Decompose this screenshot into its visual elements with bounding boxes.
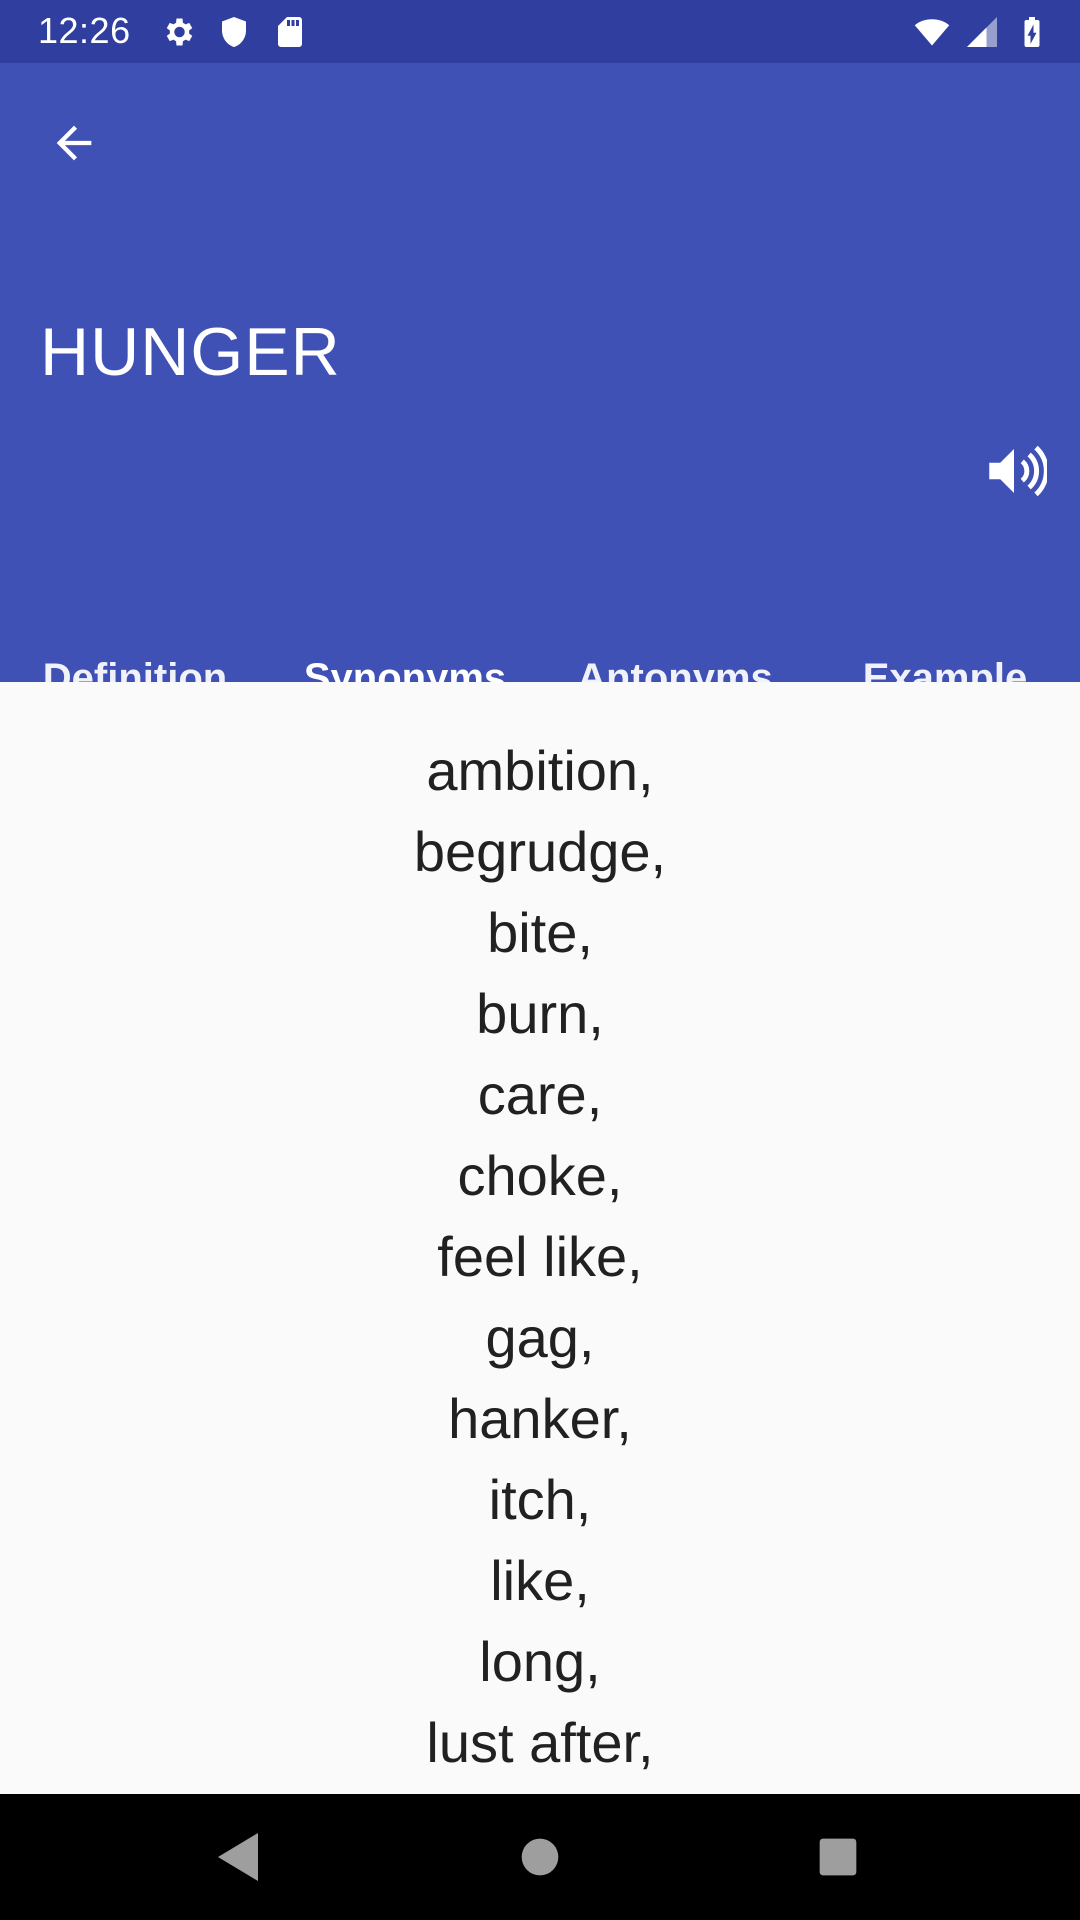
synonym-item: burn, bbox=[476, 982, 604, 1045]
synonym-item: gag, bbox=[485, 1306, 595, 1369]
nav-back-button[interactable] bbox=[208, 1827, 268, 1887]
nav-recents-button[interactable] bbox=[808, 1827, 868, 1887]
back-triangle-icon bbox=[218, 1833, 258, 1881]
navigation-bar bbox=[0, 1794, 1080, 1920]
status-time: 12:26 bbox=[38, 10, 131, 51]
app-bar: HUNGER Definition Synonyms Antonyms Exam… bbox=[0, 63, 1080, 745]
settings-icon bbox=[166, 18, 193, 46]
synonyms-panel[interactable]: ambition, begrudge, bite, burn, care, ch… bbox=[0, 682, 1080, 1794]
cellular-signal-icon bbox=[967, 17, 997, 47]
synonym-item: long, bbox=[479, 1630, 601, 1693]
sd-card-icon bbox=[278, 17, 302, 47]
wifi-icon bbox=[914, 19, 950, 46]
synonym-item: bite, bbox=[487, 901, 593, 964]
synonym-item: hanker, bbox=[448, 1387, 632, 1450]
synonym-item: feel like, bbox=[437, 1225, 643, 1288]
status-bar: 12:26 bbox=[0, 0, 1080, 63]
synonym-item: lust after, bbox=[426, 1711, 654, 1774]
battery-charging-icon bbox=[1024, 17, 1040, 47]
arrow-back-icon bbox=[56, 125, 92, 161]
nav-home-button[interactable] bbox=[510, 1827, 570, 1887]
synonym-list: ambition, begrudge, bite, burn, care, ch… bbox=[0, 682, 1080, 1794]
pronounce-button[interactable] bbox=[974, 431, 1054, 511]
synonym-item: yearn for, bbox=[0, 1783, 1080, 1794]
synonym-item: itch, bbox=[488, 1468, 592, 1531]
volume-up-icon bbox=[989, 445, 1047, 497]
word-title: HUNGER bbox=[40, 314, 341, 390]
recents-square-icon bbox=[819, 1838, 857, 1876]
synonym-item: ambition, bbox=[426, 739, 654, 802]
status-icons-left bbox=[160, 14, 308, 50]
synonym-item: begrudge, bbox=[413, 820, 667, 883]
synonym-item: care, bbox=[477, 1063, 603, 1126]
home-circle-icon bbox=[521, 1838, 559, 1876]
status-icons-right bbox=[914, 14, 1050, 50]
synonym-item: choke, bbox=[457, 1144, 623, 1207]
synonym-item: like, bbox=[490, 1549, 590, 1612]
shield-icon bbox=[222, 17, 246, 47]
back-button[interactable] bbox=[34, 103, 114, 183]
